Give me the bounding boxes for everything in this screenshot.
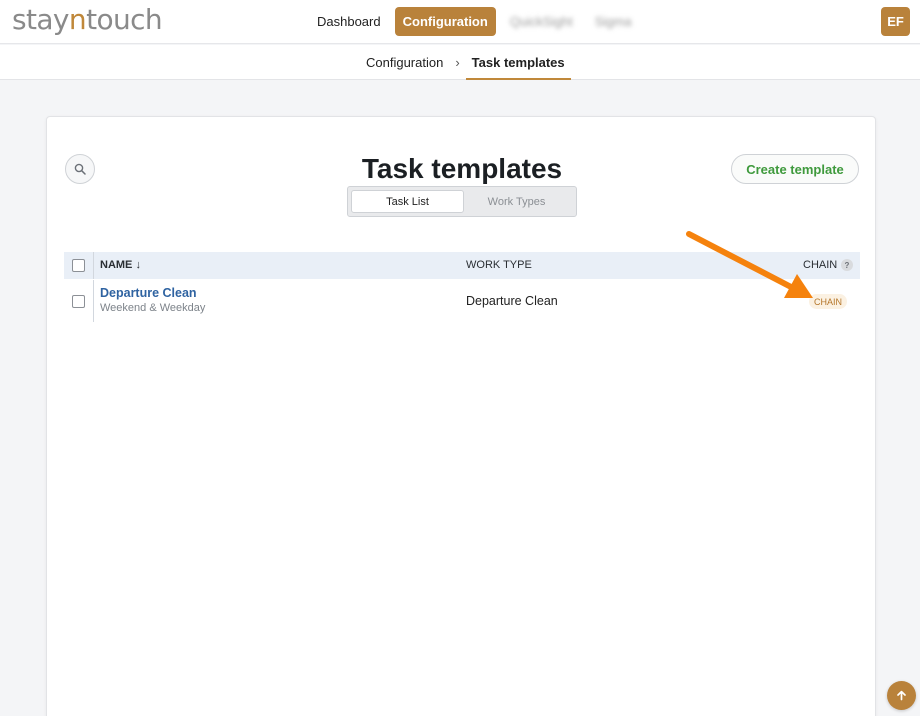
column-divider [93,280,94,322]
create-template-button[interactable]: Create template [731,154,859,184]
column-header-name[interactable]: NAME ↓ [100,259,141,271]
task-work-type: Departure Clean [466,294,558,308]
column-divider [93,252,94,279]
nav-configuration[interactable]: Configuration [394,7,496,36]
table-row: Departure Clean Weekend & Weekday Depart… [64,280,860,322]
row-checkbox[interactable] [72,295,85,308]
nav-sigma[interactable]: Sigma [587,7,640,36]
tab-task-list[interactable]: Task List [351,190,464,213]
breadcrumb-bar: Configuration › Task templates [0,45,920,80]
breadcrumb-separator: › [455,55,460,70]
chain-help-icon[interactable]: ? [841,259,853,271]
stayntouch-logo[interactable]: stayntouch [12,3,163,37]
task-templates-card: Task templates Create template Task List… [46,116,876,716]
column-header-work-type: WORK TYPE [466,259,532,271]
breadcrumb-configuration[interactable]: Configuration [366,55,443,70]
scroll-to-top-button[interactable] [887,681,916,710]
top-navigation-bar: stayntouch Dashboard Configuration Quick… [0,0,920,44]
arrow-up-icon [897,690,906,701]
nav-quicksight[interactable]: QuickSight [502,7,581,36]
breadcrumb: Configuration › Task templates [366,45,571,80]
user-avatar[interactable]: EF [881,7,910,36]
column-header-chain: CHAIN [803,259,838,271]
table-header: NAME ↓ WORK TYPE CHAIN ? [64,252,860,279]
nav-dashboard[interactable]: Dashboard [309,7,389,36]
task-name-link[interactable]: Departure Clean [100,286,197,300]
task-schedule: Weekend & Weekday [100,302,206,314]
tab-work-types[interactable]: Work Types [460,190,573,213]
view-toggle: Task List Work Types [347,186,577,217]
breadcrumb-task-templates[interactable]: Task templates [465,45,571,80]
select-all-checkbox[interactable] [72,259,85,272]
chain-badge[interactable]: CHAIN [809,294,848,309]
main-nav: Dashboard Configuration QuickSight Sigma [309,7,640,36]
